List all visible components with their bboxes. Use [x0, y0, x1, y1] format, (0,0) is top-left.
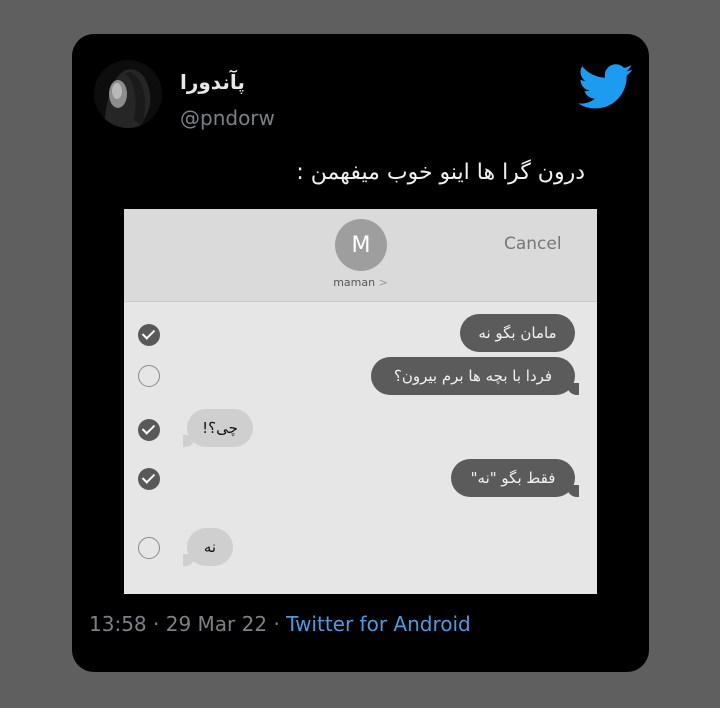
display-name[interactable]: پآندورا: [180, 70, 245, 94]
tweet-time[interactable]: 13:58: [89, 612, 147, 636]
message-bubble-received[interactable]: نه: [183, 528, 233, 566]
contact-name[interactable]: maman >: [124, 276, 597, 289]
message-bubble-sent[interactable]: فردا با بچه ها برم بیرون؟: [371, 357, 579, 395]
message-bubble-received[interactable]: چی؟!: [183, 409, 253, 447]
checkbox-checked-icon[interactable]: [138, 419, 160, 441]
checkbox-unchecked-icon[interactable]: [138, 537, 160, 559]
tweet-text: درون گرا ها اینو خوب میفهمن :: [296, 160, 585, 185]
twitter-bird-icon: [578, 64, 634, 110]
attached-screenshot[interactable]: M maman > Cancel مامان بگو نه فردا با بچ…: [124, 209, 597, 594]
avatar[interactable]: [94, 60, 162, 128]
avatar-image: [94, 60, 162, 128]
contact-initial: M: [351, 232, 371, 258]
tweet-meta: 13:58 · 29 Mar 22 · Twitter for Android: [89, 612, 471, 636]
tweet-card: پآندورا @pndorw درون گرا ها اینو خوب میف…: [72, 34, 649, 672]
checkbox-checked-icon[interactable]: [138, 468, 160, 490]
chevron-right-icon: >: [378, 276, 388, 289]
checkbox-checked-icon[interactable]: [138, 324, 160, 346]
meta-separator: ·: [153, 612, 160, 636]
message-bubble-sent[interactable]: مامان بگو نه: [460, 314, 575, 352]
checkbox-unchecked-icon[interactable]: [138, 365, 160, 387]
contact-avatar[interactable]: M: [335, 219, 387, 271]
cancel-button[interactable]: Cancel: [504, 234, 562, 254]
contact-name-label: maman: [333, 276, 376, 289]
tweet-date[interactable]: 29 Mar 22: [166, 612, 267, 636]
message-bubble-sent[interactable]: فقط بگو "نه": [451, 459, 579, 497]
tweet-source-link[interactable]: Twitter for Android: [286, 612, 471, 636]
meta-separator: ·: [273, 612, 280, 636]
user-handle[interactable]: @pndorw: [180, 106, 275, 130]
messages-header: M maman > Cancel: [124, 209, 597, 302]
